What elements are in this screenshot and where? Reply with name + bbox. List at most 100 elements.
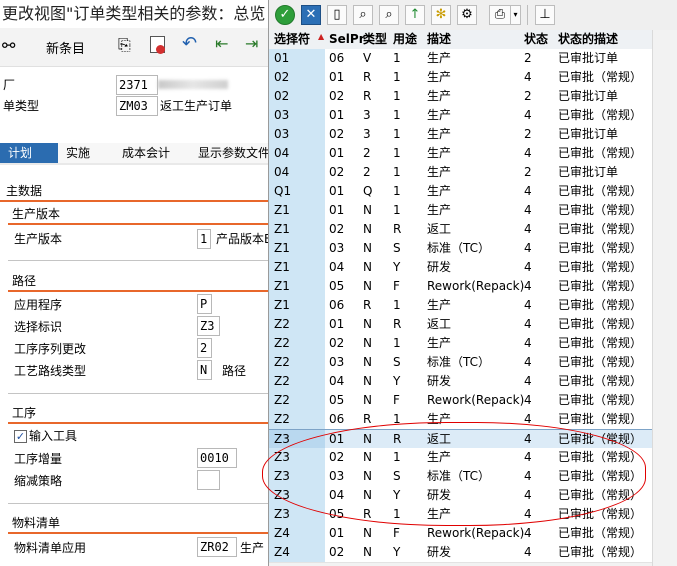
order-type-field[interactable]: ZM03 [116, 96, 158, 116]
table-row[interactable]: Z3 05 R 1 生产 4 已审批（常规） [269, 505, 652, 525]
confirm-icon[interactable]: ✓ [275, 5, 295, 25]
cell-status: 4 [524, 70, 532, 84]
col-type[interactable]: 类型 [363, 30, 387, 49]
col-selpr[interactable]: SelPr [329, 30, 365, 49]
cell-status: 2 [524, 127, 532, 141]
cell-status: 4 [524, 317, 532, 331]
cell-usage: Y [393, 545, 401, 559]
pin-icon[interactable]: ⊥ [535, 5, 555, 25]
cell-selpr: 03 [329, 469, 345, 483]
previous-entry-icon[interactable]: ⇤ [215, 34, 228, 53]
cell-status-description: 已审批（常规） [558, 526, 643, 540]
table-row[interactable]: Z2 02 N 1 生产 4 已审批（常规） [269, 334, 652, 354]
cell-selpr: 02 [329, 165, 345, 179]
table-row[interactable]: 04 02 2 1 生产 2 已审批订单 [269, 163, 652, 183]
main-toolbar: ⚯ 新条目 ⎘ ↶ ⇤ ⇥ [0, 28, 268, 67]
table-row[interactable]: 02 01 R 1 生产 4 已审批（常规） [269, 68, 652, 88]
cancel-icon[interactable]: ✕ [301, 5, 321, 25]
bom-application-field[interactable]: ZR02 [197, 537, 237, 557]
op-increment-field[interactable]: 0010 [197, 448, 237, 468]
cell-selpr: 01 [329, 526, 345, 540]
table-row[interactable]: Z2 06 R 1 生产 4 已审批（常规） [269, 410, 652, 430]
table-row[interactable]: Z1 06 R 1 生产 4 已审批（常规） [269, 296, 652, 316]
table-row[interactable]: Z1 02 N R 返工 4 已审批（常规） [269, 220, 652, 240]
settings-icon[interactable]: ⚙ [457, 5, 477, 25]
cell-selpr: 01 [329, 70, 345, 84]
table-row[interactable]: Z4 01 N F Rework(Repack) 4 已审批（常规） [269, 524, 652, 544]
application-field[interactable]: P [197, 294, 212, 314]
table-row[interactable]: Z2 01 N R 返工 4 已审批（常规） [269, 315, 652, 335]
cell-status-description: 已审批订单 [558, 89, 619, 103]
find-next-icon[interactable]: ⌕ [379, 5, 399, 25]
col-status[interactable]: 状态 [524, 30, 548, 49]
table-row[interactable]: 01 06 V 1 生产 2 已审批订单 [269, 49, 652, 69]
cell-status: 4 [524, 450, 532, 464]
vertical-scrollbar[interactable] [652, 30, 677, 566]
col-selector[interactable]: 选择符 [274, 30, 310, 49]
cell-selector: 02 [269, 87, 325, 106]
table-header: 选择符 ▲ SelPr 类型 用途 描述 状态 状态的描述 [269, 30, 652, 50]
new-entries-button[interactable]: 新条目 [46, 38, 85, 57]
table-row[interactable]: Z1 03 N S 标准（TC） 4 已审批（常规） [269, 239, 652, 259]
cell-description: 生产 [427, 146, 452, 160]
table-row[interactable]: Q1 01 Q 1 生产 4 已审批（常规） [269, 182, 652, 202]
chevron-down-icon[interactable]: ▾ [511, 5, 521, 25]
seq-change-field[interactable]: 2 [197, 338, 212, 358]
routing-type-field[interactable]: N [197, 360, 212, 380]
print-icon[interactable]: ⎙ [489, 5, 511, 25]
glasses-icon[interactable]: ⚯ [2, 36, 15, 55]
col-description[interactable]: 描述 [427, 30, 451, 49]
document-icon[interactable]: ▯ [327, 5, 347, 25]
cell-description: Rework(Repack) [427, 279, 525, 293]
cell-description: 生产 [427, 184, 452, 198]
table-row[interactable]: Z2 04 N Y 研发 4 已审批（常规） [269, 372, 652, 392]
selection-id-field[interactable]: Z3 [197, 316, 220, 336]
find-icon[interactable]: ⌕ [353, 5, 373, 25]
cell-type: N [363, 450, 372, 464]
plant-field[interactable]: 2371 [116, 75, 158, 95]
col-status-description[interactable]: 状态的描述 [558, 30, 618, 49]
table-row[interactable]: Z3 02 N 1 生产 4 已审批（常规） [269, 448, 652, 468]
table-row[interactable]: Z1 01 N 1 生产 4 已审批（常规） [269, 201, 652, 221]
delete-icon[interactable] [150, 36, 165, 54]
cell-type: R [363, 70, 372, 84]
table-row[interactable]: 02 02 R 1 生产 2 已审批订单 [269, 87, 652, 107]
cell-description: Rework(Repack) [427, 526, 525, 540]
reduction-strategy-field[interactable] [197, 470, 220, 490]
cell-usage: 1 [393, 336, 401, 350]
table-row[interactable]: Z1 05 N F Rework(Repack) 4 已审批（常规） [269, 277, 652, 297]
table-row[interactable]: 03 02 3 1 生产 2 已审批订单 [269, 125, 652, 145]
table-row[interactable]: 03 01 3 1 生产 4 已审批（常规） [269, 106, 652, 126]
table-row[interactable]: 04 01 2 1 生产 4 已审批（常规） [269, 144, 652, 164]
tab-execution[interactable]: 实施 [58, 143, 115, 163]
filter-icon[interactable]: ✻ [431, 5, 451, 25]
undo-icon[interactable]: ↶ [182, 33, 197, 54]
table-row[interactable]: Z1 04 N Y 研发 4 已审批（常规） [269, 258, 652, 278]
cell-status-description: 已审批（常规） [558, 469, 643, 483]
tab-plan[interactable]: 计划 [0, 143, 59, 163]
table-row[interactable]: Z3 01 N R 返工 4 已审批（常规） [269, 429, 652, 450]
sort-ascending-icon[interactable]: ↑ [405, 5, 425, 25]
cell-status-description: 已审批（常规） [558, 298, 643, 312]
cell-selector: Z1 [269, 277, 325, 296]
cell-description: 生产 [427, 412, 452, 426]
tab-display-profile[interactable]: 显示参数文件 [190, 143, 268, 163]
next-entry-icon[interactable]: ⇥ [245, 34, 258, 53]
copy-icon[interactable]: ⎘ [118, 35, 131, 55]
cell-status-description: 已审批（常规） [558, 393, 643, 407]
table-row[interactable]: Z2 03 N S 标准（TC） 4 已审批（常规） [269, 353, 652, 373]
cell-status-description: 已审批（常规） [558, 488, 643, 502]
table-row[interactable]: Z2 05 N F Rework(Repack) 4 已审批（常规） [269, 391, 652, 411]
tab-costing[interactable]: 成本会计 [114, 143, 191, 163]
cell-description: 返工 [427, 222, 452, 236]
input-tool-checkbox[interactable]: ✓ [14, 430, 27, 443]
production-version-field[interactable]: 1 [197, 229, 211, 249]
table-row[interactable]: Z3 03 N S 标准（TC） 4 已审批（常规） [269, 467, 652, 487]
cell-selpr: 05 [329, 279, 345, 293]
cell-type: N [363, 336, 372, 350]
cell-usage: R [393, 317, 402, 331]
col-usage[interactable]: 用途 [393, 30, 417, 49]
cell-selpr: 01 [329, 146, 345, 160]
table-row[interactable]: Z4 02 N Y 研发 4 已审批（常规） [269, 543, 652, 563]
table-row[interactable]: Z3 04 N Y 研发 4 已审批（常规） [269, 486, 652, 506]
